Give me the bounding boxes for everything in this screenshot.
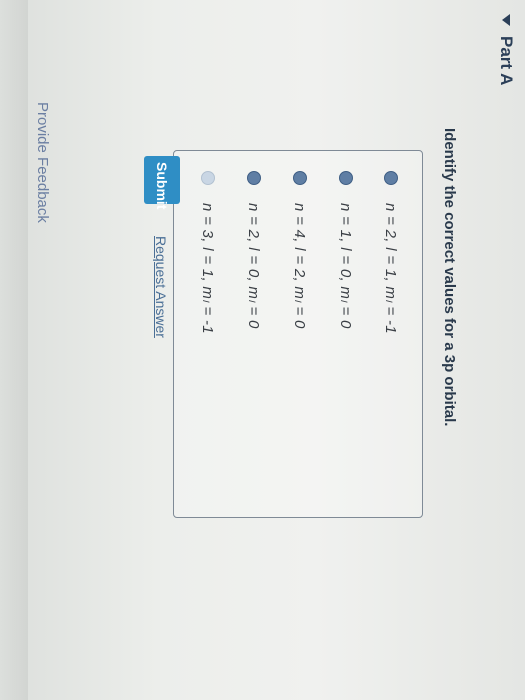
option-label: n = 4, l = 2, mₗ = 0 [291, 203, 308, 329]
question-text: Identify the correct values for a 3p orb… [441, 128, 458, 427]
answer-options-box: n = 2, l = 1, mₗ = -1 n = 1, l = 0, mₗ =… [173, 150, 423, 518]
answer-option-4[interactable]: n = 2, l = 0, mₗ = 0 [245, 171, 263, 329]
radio-button[interactable] [384, 171, 398, 185]
answer-option-2[interactable]: n = 1, l = 0, mₗ = 0 [337, 171, 355, 329]
answer-option-5[interactable]: n = 3, l = 1, mₗ = -1 [199, 171, 217, 334]
provide-feedback-link[interactable]: Provide Feedback [34, 102, 51, 223]
part-header[interactable]: Part A [496, 14, 516, 85]
option-label: n = 2, l = 0, mₗ = 0 [245, 203, 262, 329]
answer-option-3[interactable]: n = 4, l = 2, mₗ = 0 [291, 171, 309, 329]
request-answer-link[interactable]: Request Answer [153, 236, 169, 338]
submit-button[interactable]: Submit [144, 156, 180, 209]
part-title: Part A [497, 36, 516, 86]
option-label: n = 1, l = 0, mₗ = 0 [337, 203, 354, 329]
answer-option-1[interactable]: n = 2, l = 1, mₗ = -1 [382, 171, 400, 334]
question-panel: Part A Identify the correct values for a… [0, 0, 525, 700]
collapse-caret-icon[interactable] [502, 14, 510, 26]
radio-button[interactable] [293, 171, 307, 185]
radio-button[interactable] [247, 171, 261, 185]
option-label: n = 2, l = 1, mₗ = -1 [382, 203, 399, 334]
radio-button[interactable] [339, 171, 353, 185]
photo-stage: Part A Identify the correct values for a… [0, 0, 525, 700]
radio-button[interactable] [201, 171, 215, 185]
option-label: n = 3, l = 1, mₗ = -1 [199, 203, 216, 334]
